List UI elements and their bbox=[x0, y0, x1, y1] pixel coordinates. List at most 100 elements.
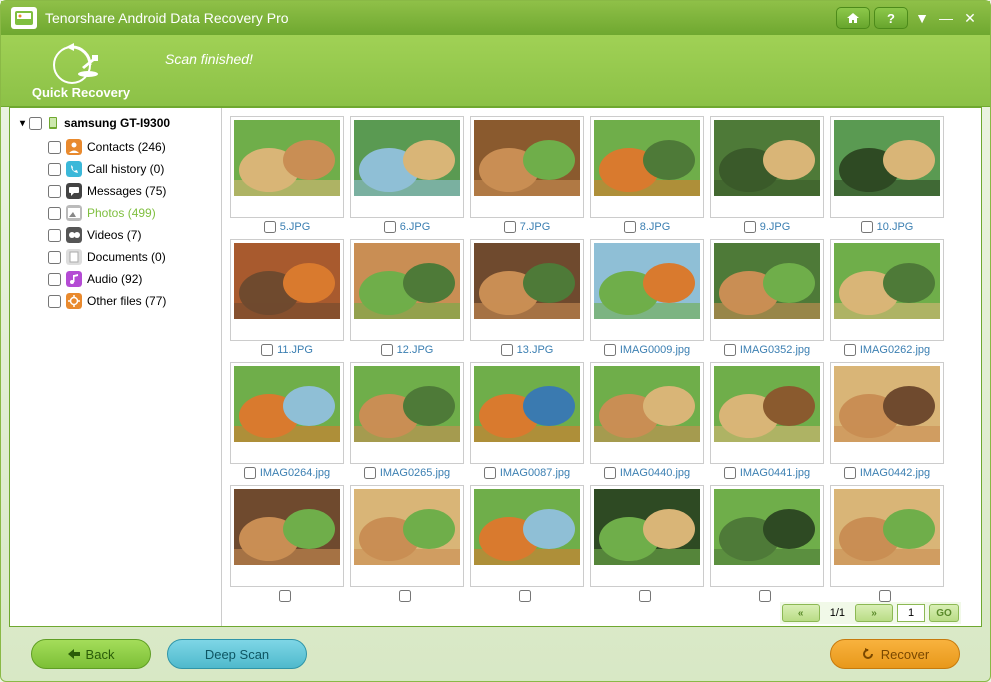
thumbnail-item[interactable]: IMAG0262.jpg bbox=[830, 239, 944, 356]
thumbnail-checkbox[interactable] bbox=[264, 221, 276, 233]
thumbnail-item[interactable] bbox=[230, 485, 344, 602]
thumbnail-checkbox[interactable] bbox=[724, 344, 736, 356]
category-checkbox[interactable] bbox=[48, 141, 61, 154]
thumbnail-item[interactable]: IMAG0441.jpg bbox=[710, 362, 824, 479]
thumbnail-box[interactable] bbox=[230, 116, 344, 218]
thumbnail-item[interactable]: 8.JPG bbox=[590, 116, 704, 233]
thumbnail-checkbox[interactable] bbox=[604, 344, 616, 356]
thumbnail-item[interactable] bbox=[710, 485, 824, 602]
thumbnail-item[interactable] bbox=[470, 485, 584, 602]
thumbnail-checkbox[interactable] bbox=[759, 590, 771, 602]
thumbnail-box[interactable] bbox=[470, 485, 584, 587]
category-checkbox[interactable] bbox=[48, 229, 61, 242]
close-button[interactable]: ✕ bbox=[960, 8, 980, 28]
thumbnail-checkbox[interactable] bbox=[244, 467, 256, 479]
thumbnail-checkbox[interactable] bbox=[844, 467, 856, 479]
thumbnail-box[interactable] bbox=[830, 239, 944, 341]
thumbnail-checkbox[interactable] bbox=[744, 221, 756, 233]
thumbnail-checkbox[interactable] bbox=[381, 344, 393, 356]
device-checkbox[interactable] bbox=[29, 117, 42, 130]
thumbnail-box[interactable] bbox=[350, 239, 464, 341]
thumbnail-checkbox[interactable] bbox=[261, 344, 273, 356]
category-checkbox[interactable] bbox=[48, 185, 61, 198]
thumbnail-box[interactable] bbox=[350, 116, 464, 218]
collapse-arrow-icon[interactable]: ▾ bbox=[20, 118, 25, 129]
thumbnail-item[interactable]: 11.JPG bbox=[230, 239, 344, 356]
thumbnail-item[interactable]: 10.JPG bbox=[830, 116, 944, 233]
thumbnail-checkbox[interactable] bbox=[519, 590, 531, 602]
pager-page-input[interactable] bbox=[897, 604, 925, 622]
thumbnail-box[interactable] bbox=[230, 485, 344, 587]
thumbnail-box[interactable] bbox=[830, 362, 944, 464]
thumbnail-item[interactable]: IMAG0265.jpg bbox=[350, 362, 464, 479]
thumbnail-box[interactable] bbox=[230, 362, 344, 464]
thumbnail-checkbox[interactable] bbox=[844, 344, 856, 356]
sidebar-item-contacts[interactable]: Contacts (246) bbox=[48, 136, 221, 158]
sidebar-item-call-history[interactable]: Call history (0) bbox=[48, 158, 221, 180]
thumbnail-box[interactable] bbox=[710, 239, 824, 341]
thumbnail-box[interactable] bbox=[470, 362, 584, 464]
category-checkbox[interactable] bbox=[48, 207, 61, 220]
thumbnail-checkbox[interactable] bbox=[639, 590, 651, 602]
thumbnail-checkbox[interactable] bbox=[861, 221, 873, 233]
category-checkbox[interactable] bbox=[48, 163, 61, 176]
help-button[interactable]: ? bbox=[874, 7, 908, 29]
thumbnail-box[interactable] bbox=[590, 116, 704, 218]
thumbnail-box[interactable] bbox=[830, 485, 944, 587]
thumbnail-checkbox[interactable] bbox=[399, 590, 411, 602]
thumbnail-box[interactable] bbox=[470, 239, 584, 341]
thumbnail-checkbox[interactable] bbox=[724, 467, 736, 479]
thumbnail-item[interactable]: IMAG0087.jpg bbox=[470, 362, 584, 479]
home-button[interactable] bbox=[836, 7, 870, 29]
thumbnail-grid[interactable]: 5.JPG6.JPG7.JPG8.JPG9.JPG10.JPG 11.JPG12.… bbox=[222, 108, 981, 626]
thumbnail-box[interactable] bbox=[590, 485, 704, 587]
thumbnail-box[interactable] bbox=[710, 116, 824, 218]
sidebar-item-videos[interactable]: Videos (7) bbox=[48, 224, 221, 246]
thumbnail-item[interactable] bbox=[350, 485, 464, 602]
thumbnail-box[interactable] bbox=[470, 116, 584, 218]
category-checkbox[interactable] bbox=[48, 251, 61, 264]
back-button[interactable]: Back bbox=[31, 639, 151, 669]
thumbnail-box[interactable] bbox=[350, 485, 464, 587]
thumbnail-checkbox[interactable] bbox=[501, 344, 513, 356]
thumbnail-item[interactable]: IMAG0352.jpg bbox=[710, 239, 824, 356]
category-checkbox[interactable] bbox=[48, 273, 61, 286]
pager-prev-button[interactable]: « bbox=[782, 604, 820, 622]
sidebar-item-photos[interactable]: Photos (499) bbox=[48, 202, 221, 224]
thumbnail-checkbox[interactable] bbox=[279, 590, 291, 602]
thumbnail-item[interactable]: 9.JPG bbox=[710, 116, 824, 233]
thumbnail-checkbox[interactable] bbox=[879, 590, 891, 602]
sidebar-item-messages[interactable]: Messages (75) bbox=[48, 180, 221, 202]
category-checkbox[interactable] bbox=[48, 295, 61, 308]
sidebar-item-documents[interactable]: Documents (0) bbox=[48, 246, 221, 268]
thumbnail-item[interactable] bbox=[590, 485, 704, 602]
thumbnail-checkbox[interactable] bbox=[484, 467, 496, 479]
thumbnail-box[interactable] bbox=[590, 362, 704, 464]
thumbnail-checkbox[interactable] bbox=[504, 221, 516, 233]
thumbnail-item[interactable] bbox=[830, 485, 944, 602]
thumbnail-item[interactable]: 13.JPG bbox=[470, 239, 584, 356]
pager-go-button[interactable]: GO bbox=[929, 604, 959, 622]
sidebar-item-audio[interactable]: Audio (92) bbox=[48, 268, 221, 290]
thumbnail-item[interactable]: IMAG0009.jpg bbox=[590, 239, 704, 356]
thumbnail-item[interactable]: 6.JPG bbox=[350, 116, 464, 233]
thumbnail-checkbox[interactable] bbox=[364, 467, 376, 479]
thumbnail-checkbox[interactable] bbox=[624, 221, 636, 233]
thumbnail-item[interactable]: IMAG0440.jpg bbox=[590, 362, 704, 479]
sidebar-item-other-files[interactable]: Other files (77) bbox=[48, 290, 221, 312]
thumbnail-checkbox[interactable] bbox=[604, 467, 616, 479]
menu-dropdown-icon[interactable]: ▼ bbox=[912, 8, 932, 28]
deep-scan-button[interactable]: Deep Scan bbox=[167, 639, 307, 669]
thumbnail-item[interactable]: IMAG0442.jpg bbox=[830, 362, 944, 479]
thumbnail-checkbox[interactable] bbox=[384, 221, 396, 233]
thumbnail-box[interactable] bbox=[350, 362, 464, 464]
thumbnail-item[interactable]: 5.JPG bbox=[230, 116, 344, 233]
device-tree-root[interactable]: ▾ samsung GT-I9300 bbox=[20, 116, 221, 130]
thumbnail-box[interactable] bbox=[710, 485, 824, 587]
recover-button[interactable]: Recover bbox=[830, 639, 960, 669]
thumbnail-item[interactable]: IMAG0264.jpg bbox=[230, 362, 344, 479]
thumbnail-item[interactable]: 7.JPG bbox=[470, 116, 584, 233]
thumbnail-box[interactable] bbox=[830, 116, 944, 218]
thumbnail-item[interactable]: 12.JPG bbox=[350, 239, 464, 356]
thumbnail-box[interactable] bbox=[710, 362, 824, 464]
